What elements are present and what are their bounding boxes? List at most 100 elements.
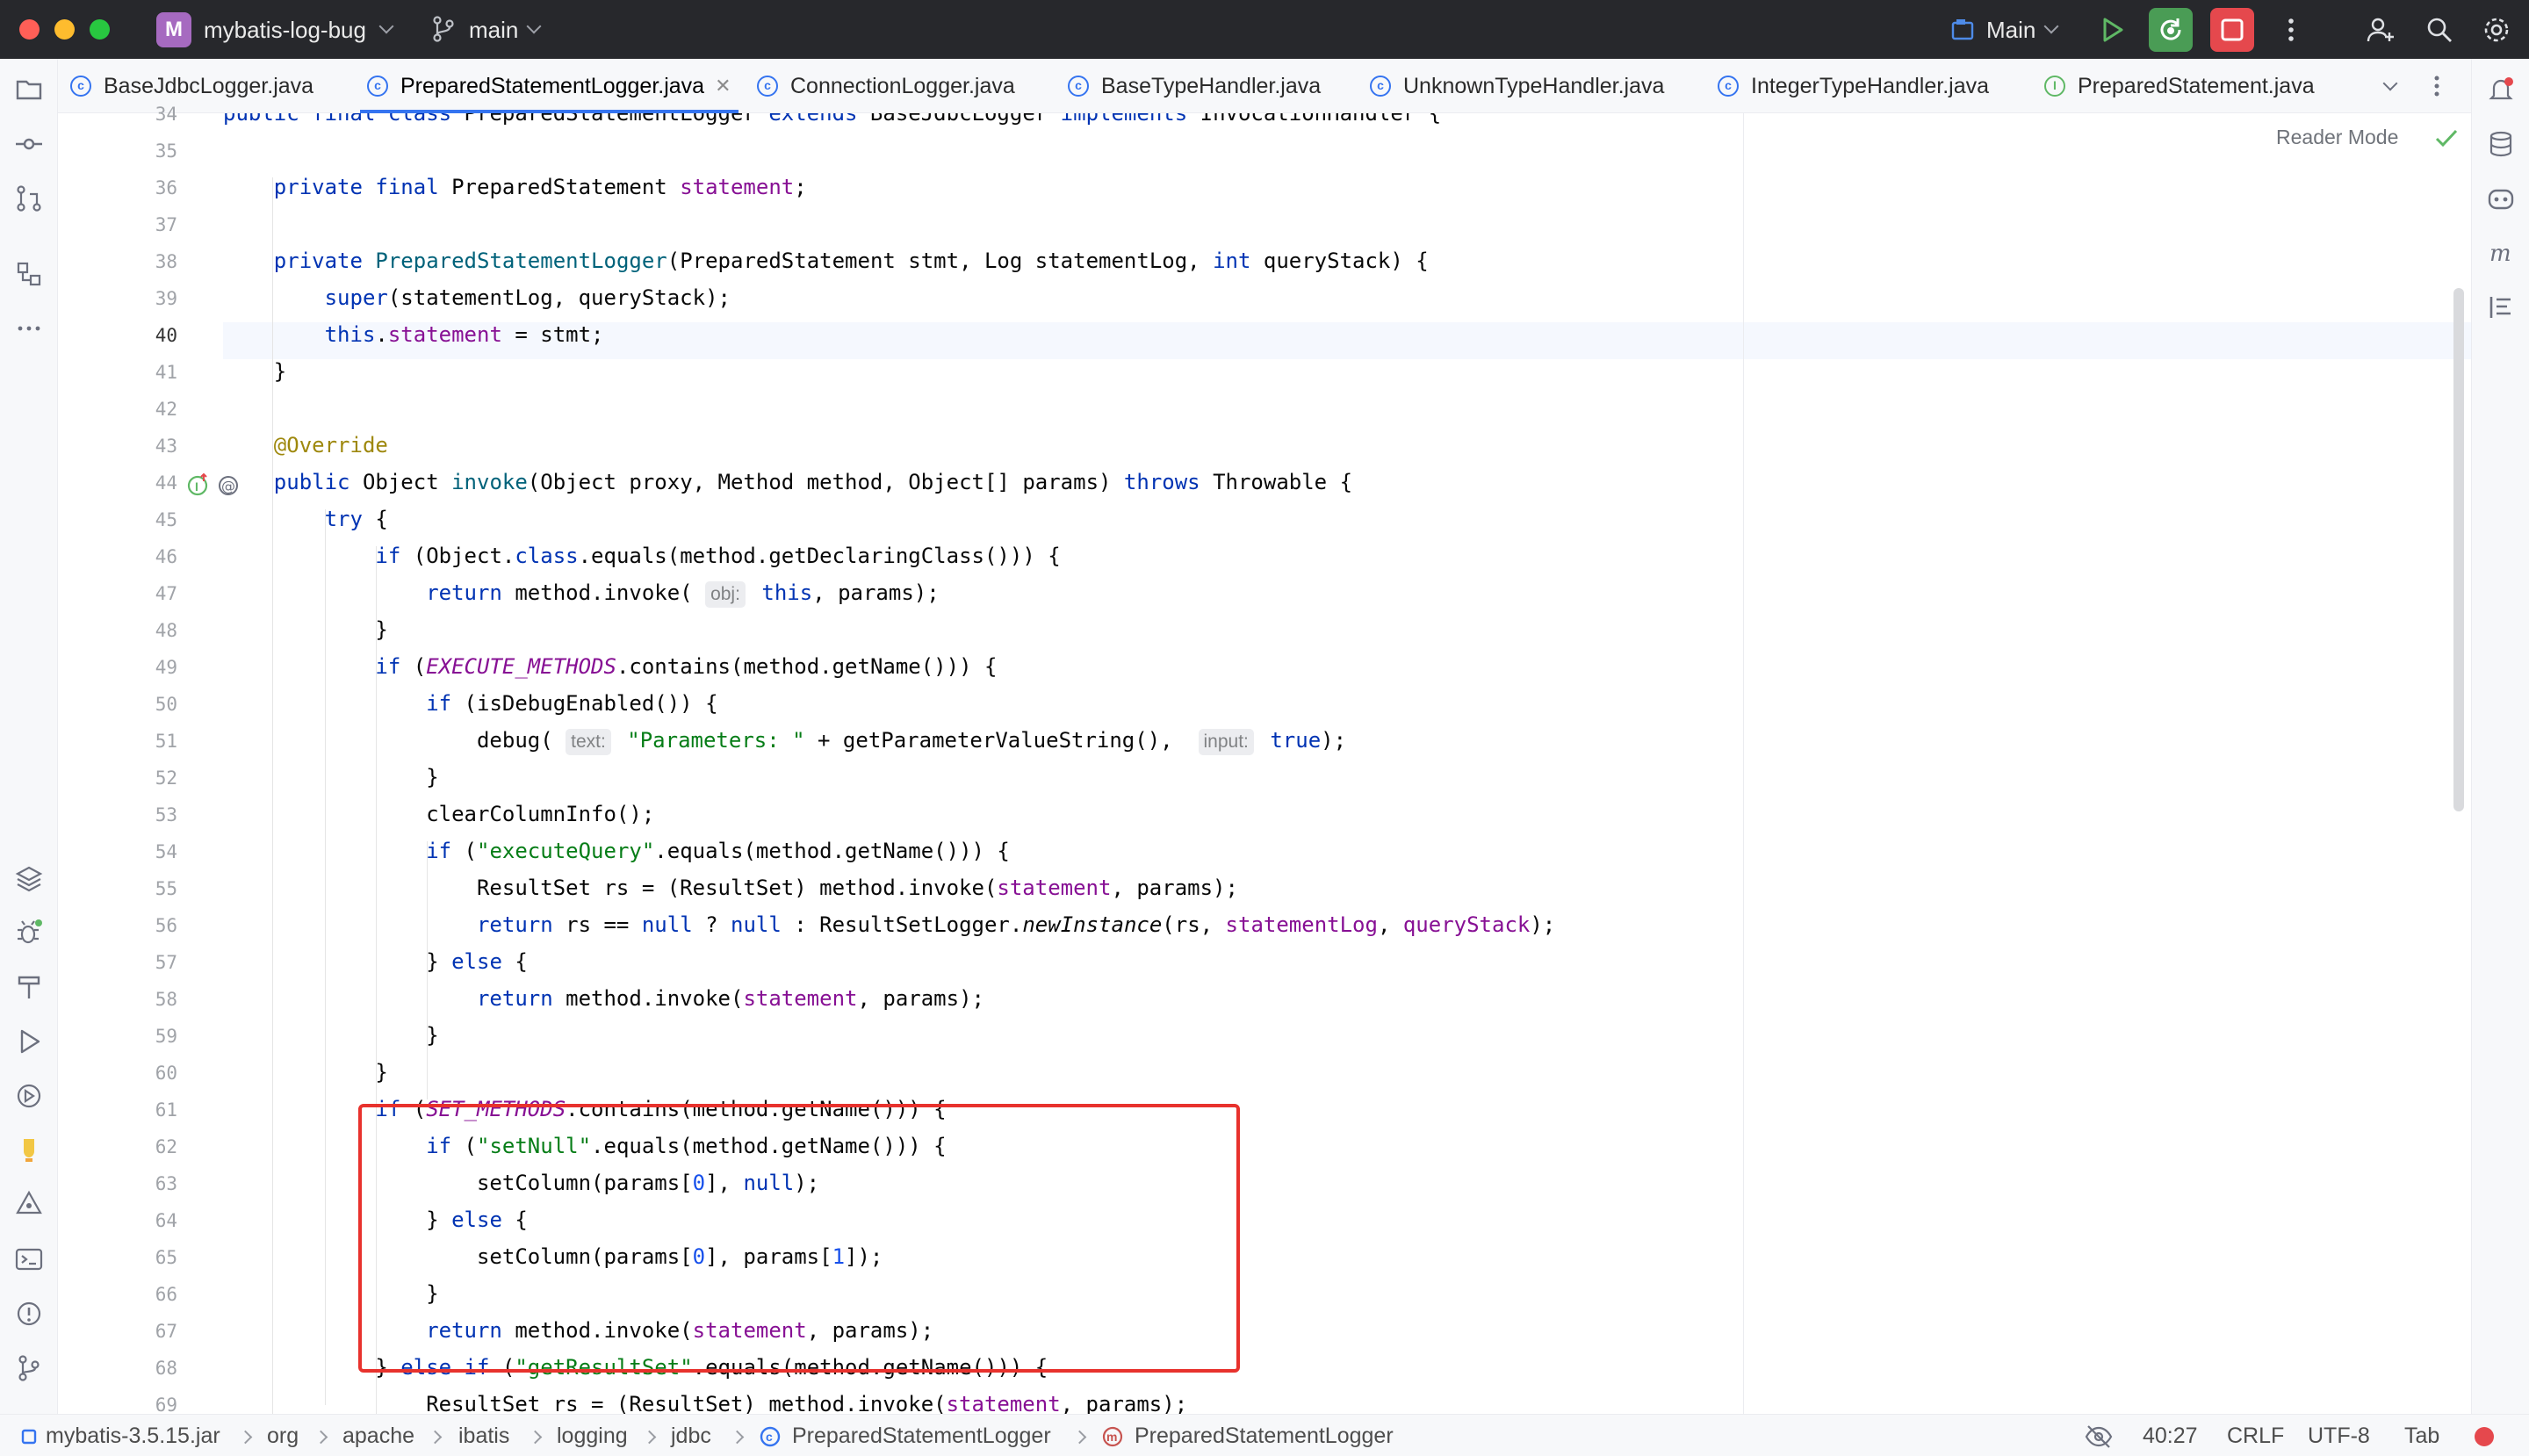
project-folder-icon[interactable] [14,75,44,105]
stop-icon [2221,18,2244,41]
chevron-right-icon [313,1430,328,1445]
tab-integertypehandler[interactable]: c IntegerTypeHandler.java [1718,59,1989,113]
line-number-current: 40 [155,325,177,346]
run-config-icon[interactable] [1951,18,1976,40]
line-number: 46 [155,546,177,567]
chevron-down-icon[interactable] [378,18,394,34]
tab-label: PreparedStatement.java [2078,73,2315,98]
line-number: 57 [155,952,177,973]
breadcrumb-package[interactable]: apache [342,1424,414,1449]
line-number: 43 [155,436,177,457]
stop-button[interactable] [2210,8,2254,52]
problems-icon[interactable] [14,1299,44,1329]
git-icon[interactable] [14,1353,44,1383]
minimize-window-button[interactable] [54,19,75,40]
lightbulb-icon[interactable] [14,1135,44,1165]
more-vertical-icon[interactable] [2424,73,2450,99]
run-icon[interactable] [14,1027,44,1056]
rerun-debug-icon [2160,18,2181,40]
tab-preparedstatementlogger[interactable]: c PreparedStatementLogger.java ✕ [360,59,739,113]
breadcrumb-jar[interactable]: mybatis-3.5.15.jar [46,1424,220,1449]
breadcrumb-method[interactable]: PreparedStatementLogger [1135,1424,1394,1449]
gear-icon[interactable] [2482,15,2511,45]
line-number: 69 [155,1395,177,1416]
more-horizontal-icon[interactable] [14,314,44,343]
breadcrumb-class[interactable]: PreparedStatementLogger [792,1424,1051,1449]
commit-icon[interactable] [14,129,44,159]
tab-preparedstatement[interactable]: I PreparedStatement.java [2044,59,2315,113]
layers-icon[interactable] [14,863,44,893]
structure-icon[interactable] [14,259,44,289]
close-icon[interactable]: ✕ [715,75,731,97]
more-vertical-icon[interactable] [2276,15,2306,45]
line-number: 41 [155,362,177,383]
run-config-selector[interactable]: Main [1986,17,2035,44]
tab-label: PreparedStatementLogger.java [400,73,705,98]
breadcrumb-package[interactable]: org [267,1424,299,1449]
code-line: private PreparedStatementLogger(Prepared… [273,249,1429,273]
editor-tab-bar: c BaseJdbcLogger.java c PreparedStatementL… [58,59,2499,113]
vertical-scrollbar[interactable] [2453,288,2464,811]
search-icon[interactable] [2425,15,2454,45]
hide-eye-icon[interactable] [2085,1424,2113,1449]
zoom-window-button[interactable] [90,19,110,40]
chevron-right-icon [642,1430,657,1445]
database-icon[interactable] [2486,129,2516,159]
code-line: } [223,617,388,642]
line-number: 50 [155,694,177,715]
highlight-box [358,1104,1240,1373]
right-tool-strip: m [2471,59,2529,1414]
breadcrumb-package[interactable]: ibatis [458,1424,509,1449]
plugins-icon[interactable] [14,1190,44,1220]
code-line: ResultSet rs = (ResultSet) method.invoke… [223,876,1238,900]
file-encoding[interactable]: UTF-8 [2308,1424,2370,1449]
chevron-down-icon[interactable] [526,18,542,34]
chevron-right-icon [730,1430,745,1445]
code-line: clearColumnInfo(); [223,802,655,826]
tab-basejdbclogger[interactable]: c BaseJdbcLogger.java [70,59,313,113]
class-icon: c [1718,76,1739,97]
breadcrumb-package[interactable]: logging [557,1424,628,1449]
close-window-button[interactable] [19,19,40,40]
notifications-bell-icon[interactable] [2486,75,2516,105]
jar-icon [21,1429,37,1445]
breadcrumb-package[interactable]: jdbc [671,1424,711,1449]
indent-setting[interactable]: Tab [2404,1424,2439,1449]
project-name[interactable]: mybatis-log-bug [204,17,366,44]
maven-m-icon[interactable]: m [2486,238,2516,268]
line-number: 64 [155,1210,177,1231]
cursor-position[interactable]: 40:27 [2143,1424,2198,1449]
debug-bug-icon[interactable] [14,918,44,948]
code-line: @Override [273,433,388,458]
line-separator[interactable]: CRLF [2227,1424,2284,1449]
services-icon[interactable] [14,1081,44,1111]
check-icon[interactable] [2434,127,2459,150]
ai-assistant-icon[interactable] [2486,184,2516,213]
tab-connectionlogger[interactable]: c ConnectionLogger.java [757,59,1015,113]
reader-mode-toggle[interactable]: Reader Mode [2276,126,2398,149]
terminal-icon[interactable] [14,1244,44,1274]
line-number: 63 [155,1173,177,1194]
build-hammer-icon[interactable] [14,972,44,1002]
line-number: 59 [155,1026,177,1047]
class-icon: c [367,76,388,97]
chevron-down-icon[interactable] [2043,18,2059,34]
line-number: 58 [155,989,177,1010]
class-icon: c [70,76,91,97]
code-line: return method.invoke( obj: this, params)… [223,574,940,611]
tabs-dropdown-chevron-icon[interactable] [2382,76,2398,91]
structure-list-icon[interactable] [2486,292,2516,322]
pull-requests-icon[interactable] [14,184,44,213]
branch-selector[interactable]: main [469,17,518,44]
run-icon[interactable] [2097,15,2127,45]
code-line: debug( text: "Parameters: " + getParamet… [223,722,1346,759]
git-branch-icon[interactable] [432,16,455,42]
implements-method-icon[interactable]: I [186,472,211,497]
add-user-icon[interactable] [2366,15,2396,45]
debug-button[interactable] [2149,8,2193,52]
project-badge[interactable]: M [156,12,191,47]
tab-basetypehandler[interactable]: c BaseTypeHandler.java [1068,59,1321,113]
error-indicator-icon[interactable] [2475,1427,2494,1446]
tab-unknowntypehandler[interactable]: c UnknownTypeHandler.java [1370,59,1664,113]
line-number: 60 [155,1063,177,1084]
